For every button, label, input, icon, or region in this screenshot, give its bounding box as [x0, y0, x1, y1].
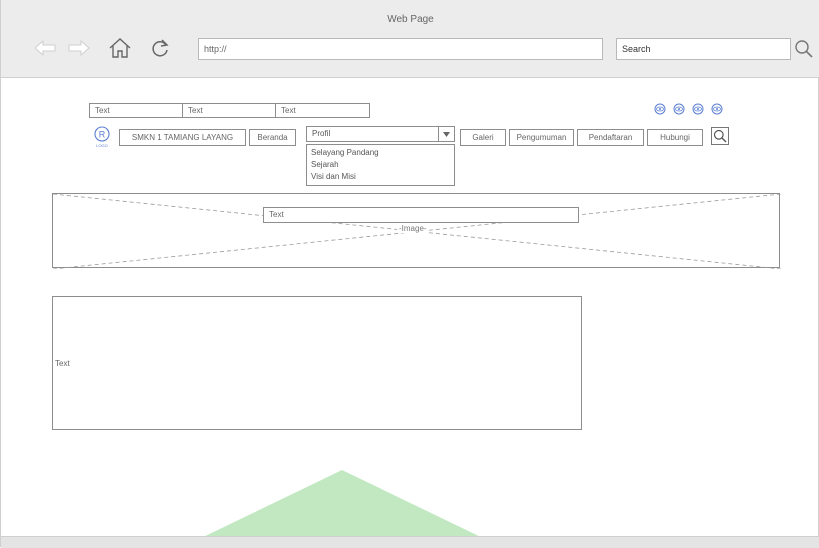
- home-icon: [109, 38, 131, 58]
- banner-image-label: -Image-: [397, 224, 429, 233]
- arrow-right-icon: [68, 40, 90, 56]
- nav-galeri[interactable]: Galeri: [460, 129, 506, 146]
- site-search-button[interactable]: [711, 127, 729, 145]
- window-title: Web Page: [387, 14, 434, 25]
- search-icon: [713, 129, 727, 143]
- status-bar: [1, 536, 819, 548]
- search-icon: [795, 40, 813, 58]
- dropdown-item-selayang-pandang[interactable]: Selayang Pandang: [311, 147, 454, 159]
- nav-pengumuman[interactable]: Pengumuman: [509, 129, 574, 146]
- top-text-field-3[interactable]: Text: [275, 103, 370, 118]
- content-text: Text: [55, 359, 70, 368]
- browser-toolbar: Web Page http:// Search: [1, 0, 819, 78]
- logo-caption: LOGO: [96, 143, 108, 148]
- social-icon[interactable]: [673, 103, 685, 115]
- nav-hubungi[interactable]: Hubungi: [647, 129, 703, 146]
- content-panel: [52, 296, 582, 430]
- profil-selected-value: Profil: [312, 129, 331, 138]
- top-text-field-2[interactable]: Text: [182, 103, 276, 118]
- dropdown-item-visi-misi[interactable]: Visi dan Misi: [311, 171, 454, 183]
- browser-window: Web Page http:// Search Text Text Text R…: [0, 0, 819, 548]
- chevron-down-icon[interactable]: [438, 127, 454, 141]
- nav-profil-select[interactable]: Profil: [306, 126, 455, 142]
- reload-button[interactable]: [146, 34, 174, 62]
- nav-pendaftaran[interactable]: Pendaftaran: [577, 129, 644, 146]
- back-button[interactable]: [31, 34, 59, 62]
- dropdown-item-sejarah[interactable]: Sejarah: [311, 159, 454, 171]
- watermark-shape: [197, 470, 487, 540]
- school-name-field: SMKN 1 TAMIANG LAYANG: [119, 129, 246, 146]
- reload-icon: [152, 39, 169, 57]
- arrow-left-icon: [34, 40, 56, 56]
- home-button[interactable]: [106, 34, 134, 62]
- forward-button[interactable]: [65, 34, 93, 62]
- top-text-field-1[interactable]: Text: [89, 103, 183, 118]
- browser-search-button[interactable]: [792, 37, 816, 61]
- logo-icon: R LOGO: [94, 126, 110, 148]
- banner-text-field[interactable]: Text: [263, 207, 579, 223]
- social-icon[interactable]: [711, 103, 723, 115]
- address-bar[interactable]: http://: [198, 38, 603, 60]
- nav-beranda[interactable]: Beranda: [249, 129, 296, 146]
- browser-search-input[interactable]: Search: [616, 38, 791, 60]
- logo-glyph: R: [99, 130, 106, 140]
- social-icon[interactable]: [654, 103, 666, 115]
- profil-dropdown-menu: Selayang Pandang Sejarah Visi dan Misi: [306, 144, 455, 186]
- social-icon[interactable]: [692, 103, 704, 115]
- school-logo: R LOGO: [91, 126, 113, 148]
